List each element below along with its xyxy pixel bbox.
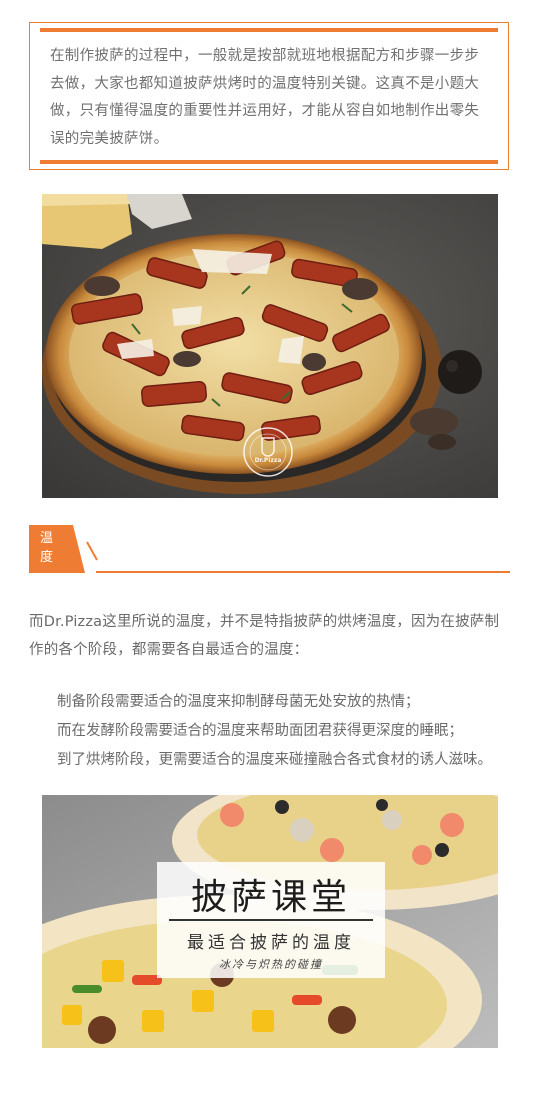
- intro-bottom-bar: [40, 160, 498, 164]
- watermark-text: Dr.Pizza: [254, 457, 282, 464]
- section-rule: [96, 571, 510, 573]
- slash-decoration: [86, 541, 98, 561]
- card-tagline: 冰冷与炽热的碰撞: [219, 958, 323, 971]
- point-item: 到了烘烤阶段，更需要适合的温度来碰撞融合各式食材的诱人滋味。: [57, 752, 492, 768]
- section-tag-label: 温度: [40, 531, 54, 565]
- card-subtitle: 最适合披萨的温度: [187, 933, 355, 953]
- card-title: 披萨课堂: [190, 877, 351, 918]
- watermark-logo: Dr.Pizza: [242, 426, 294, 478]
- intro-top-bar: [40, 28, 498, 32]
- section-tag: 温度: [29, 525, 91, 573]
- point-item: 而在发酵阶段需要适合的温度来帮助面团君获得更深度的睡眠；: [57, 723, 463, 739]
- body-paragraph: 而Dr.Pizza这里所说的温度，并不是特指披萨的烘烤温度，因为在披萨制作的各个…: [29, 614, 500, 658]
- point-item: 制备阶段需要适合的温度来抑制酵母菌无处安放的热情；: [57, 694, 420, 710]
- intro-box: 在制作披萨的过程中，一般就是按部就班地根据配方和步骤一步步去做，大家也都知道披萨…: [29, 22, 509, 170]
- temperature-points: 制备阶段需要适合的温度来抑制酵母菌无处安放的热情； 而在发酵阶段需要适合的温度来…: [57, 688, 517, 775]
- intro-text: 在制作披萨的过程中，一般就是按部就班地根据配方和步骤一步步去做，大家也都知道披萨…: [50, 48, 480, 147]
- card-divider: [169, 919, 373, 921]
- pizza-class-card: 披萨课堂 最适合披萨的温度 冰冷与炽热的碰撞: [157, 862, 385, 978]
